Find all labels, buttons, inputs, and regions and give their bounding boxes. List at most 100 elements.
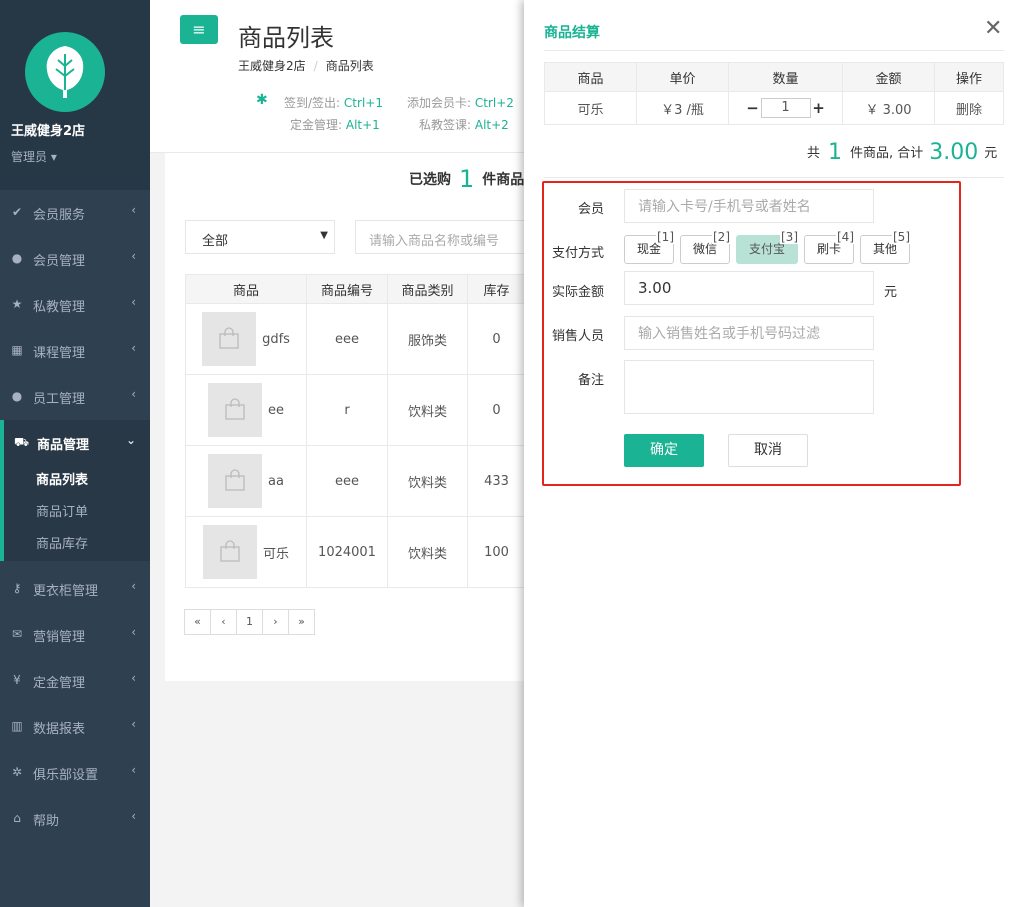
goods-stock: 100	[467, 516, 526, 588]
goods-name: aa	[268, 473, 284, 489]
pay-method-label: 刷卡	[816, 242, 841, 256]
pay-other-button[interactable]: 其他 [5]	[860, 230, 911, 264]
sidebar-item-reports[interactable]: ▥ 数据报表 ‹	[0, 704, 150, 750]
sidebar-item-deposit[interactable]: ¥ 定金管理 ‹	[0, 658, 150, 704]
table-row[interactable]: aa eee 饮料类 433	[185, 445, 526, 517]
cart-item-name: 可乐	[544, 91, 637, 125]
cart-table: 商品 单价 数量 金额 操作 可乐 ￥3 /瓶 −1 + ￥ 3.00 删除	[544, 62, 1004, 125]
amount-unit: 元	[884, 285, 898, 300]
sidebar-item-label: 商品管理	[37, 438, 90, 453]
sidebar-item-label: 私教管理	[33, 300, 86, 315]
sidebar-item-member-management[interactable]: ● 会员管理 ‹	[0, 236, 150, 282]
sidebar-item-locker[interactable]: ⚷ 更衣柜管理 ‹	[0, 566, 150, 612]
pay-method-key: [1]	[656, 230, 675, 244]
category-filter-select[interactable]: 全部 ▼	[185, 220, 335, 254]
table-row[interactable]: gdfs eee 服饰类 0	[185, 303, 526, 375]
first-page-button[interactable]: «	[184, 609, 211, 635]
sidebar-item-label: 会员管理	[33, 254, 86, 269]
shortcut-checkin: 签到/签出: Ctrl+1	[284, 94, 383, 111]
checkout-panel: 商品结算 ✕ 商品 单价 数量 金额 操作 可乐 ￥3 /瓶 −1 + ￥ 3.0…	[524, 0, 1024, 907]
pay-card-button[interactable]: 刷卡 [4]	[804, 230, 855, 264]
envelope-icon: ✉	[11, 627, 23, 641]
cancel-button[interactable]: 取消	[728, 434, 808, 467]
goods-name: 可乐	[262, 546, 289, 562]
cart-icon: ⛟	[14, 435, 30, 449]
table-row[interactable]: ee r 饮料类 0	[185, 374, 526, 446]
shortcut-key: Ctrl+2	[474, 96, 514, 110]
goods-stock: 433	[467, 445, 526, 517]
sidebar-subitem-goods-stock[interactable]: 商品库存	[0, 529, 150, 561]
sidebar-item-staff[interactable]: ● 员工管理 ‹	[0, 374, 150, 420]
pay-method-label: 其他	[872, 242, 897, 256]
table-row[interactable]: 可乐 1024001 饮料类 100	[185, 516, 526, 588]
yen-icon: ¥	[13, 673, 21, 687]
sidebar-subitem-goods-list[interactable]: 商品列表	[0, 465, 150, 497]
caret-down-icon: ▾	[47, 150, 57, 164]
goods-thumbnail	[202, 312, 257, 366]
confirm-button[interactable]: 确定	[624, 434, 704, 467]
pay-method-label: 支付宝	[748, 242, 785, 256]
quantity-input[interactable]: 1	[760, 98, 811, 118]
table-header-row: 商品 单价 数量 金额 操作	[544, 62, 1004, 92]
pay-cash-button[interactable]: 现金 [1]	[624, 230, 675, 264]
pay-method-label: 微信	[692, 242, 717, 256]
shortcut-label: 私教签课:	[419, 118, 472, 132]
goods-category: 饮料类	[387, 516, 468, 588]
pay-alipay-button[interactable]: 支付宝 [3]	[736, 230, 799, 264]
sidebar-item-private-coach[interactable]: ★ 私教管理 ‹	[0, 282, 150, 328]
menu-toggle-button[interactable]: ≡	[180, 15, 218, 44]
chevron-left-icon: ‹	[131, 295, 136, 309]
total-mid: 件商品, 合计	[850, 146, 924, 161]
pay-wechat-button[interactable]: 微信 [2]	[680, 230, 731, 264]
goods-category: 饮料类	[387, 445, 468, 517]
seller-filter-input[interactable]: 输入销售姓名或手机号码过滤	[624, 316, 874, 350]
page-title: 商品列表	[238, 24, 334, 52]
chevron-left-icon: ‹	[131, 809, 136, 823]
shortcut-coach-signin: 私教签课: Alt+2	[419, 116, 509, 133]
sidebar-item-help[interactable]: ⌂ 帮助 ‹	[0, 796, 150, 842]
goods-code: eee	[306, 445, 388, 517]
cog-icon: ✲	[11, 765, 23, 779]
quantity-stepper: −1 +	[728, 91, 843, 125]
shopping-bag-icon	[225, 469, 245, 491]
sidebar-item-goods[interactable]: ⛟ 商品管理 ⌄	[0, 420, 150, 466]
next-page-button[interactable]: ›	[262, 609, 289, 635]
delete-link[interactable]: 删除	[934, 91, 1004, 125]
page-number-button[interactable]: 1	[236, 609, 263, 635]
chevron-left-icon: ‹	[131, 341, 136, 355]
sidebar: 王威健身2店 管理员 ▾ ✔ 会员服务 ‹ ● 会员管理 ‹ ★ 私教管理 ‹ …	[0, 0, 150, 907]
chevron-left-icon: ‹	[131, 249, 136, 263]
role-dropdown[interactable]: 管理员 ▾	[11, 148, 57, 165]
sidebar-item-club-settings[interactable]: ✲ 俱乐部设置 ‹	[0, 750, 150, 796]
total-amount: 3.00	[929, 140, 979, 165]
goods-search-input[interactable]: 请输入商品名称或编号	[355, 220, 525, 254]
bar-chart-icon: ▥	[11, 719, 23, 733]
key-icon: ⚷	[12, 581, 22, 595]
minus-icon[interactable]: −	[745, 99, 761, 117]
sidebar-item-member-service[interactable]: ✔ 会员服务 ‹	[0, 190, 150, 236]
sidebar-subitem-goods-orders[interactable]: 商品订单	[0, 497, 150, 529]
total-count: 1	[828, 140, 843, 165]
table-header-row: 商品 商品编号 商品类别 库存	[185, 274, 526, 304]
shortcut-label: 添加会员卡:	[407, 96, 472, 110]
breadcrumb-item[interactable]: 王威健身2店	[238, 59, 306, 73]
filter-value: 全部	[202, 234, 229, 249]
member-search-input[interactable]: 请输入卡号/手机号或者姓名	[624, 189, 874, 223]
sidebar-item-courses[interactable]: ▦ 课程管理 ‹	[0, 328, 150, 374]
remark-textarea[interactable]	[624, 360, 874, 414]
sidebar-item-label: 定金管理	[33, 676, 86, 691]
goods-category: 饮料类	[387, 374, 468, 446]
pay-method-label: 现金	[636, 242, 661, 256]
sidebar-item-label: 数据报表	[33, 722, 86, 737]
column-header: 商品类别	[387, 274, 468, 304]
close-icon[interactable]: ✕	[984, 16, 1002, 41]
goods-name: gdfs	[262, 331, 290, 347]
actual-amount-input[interactable]: 3.00	[624, 271, 874, 305]
chevron-left-icon: ‹	[131, 671, 136, 685]
prev-page-button[interactable]: ‹	[210, 609, 237, 635]
breadcrumb-item: 商品列表	[325, 59, 374, 73]
goods-cell: ee	[185, 374, 307, 446]
last-page-button[interactable]: »	[288, 609, 315, 635]
plus-icon[interactable]: +	[811, 99, 827, 117]
sidebar-item-marketing[interactable]: ✉ 营销管理 ‹	[0, 612, 150, 658]
